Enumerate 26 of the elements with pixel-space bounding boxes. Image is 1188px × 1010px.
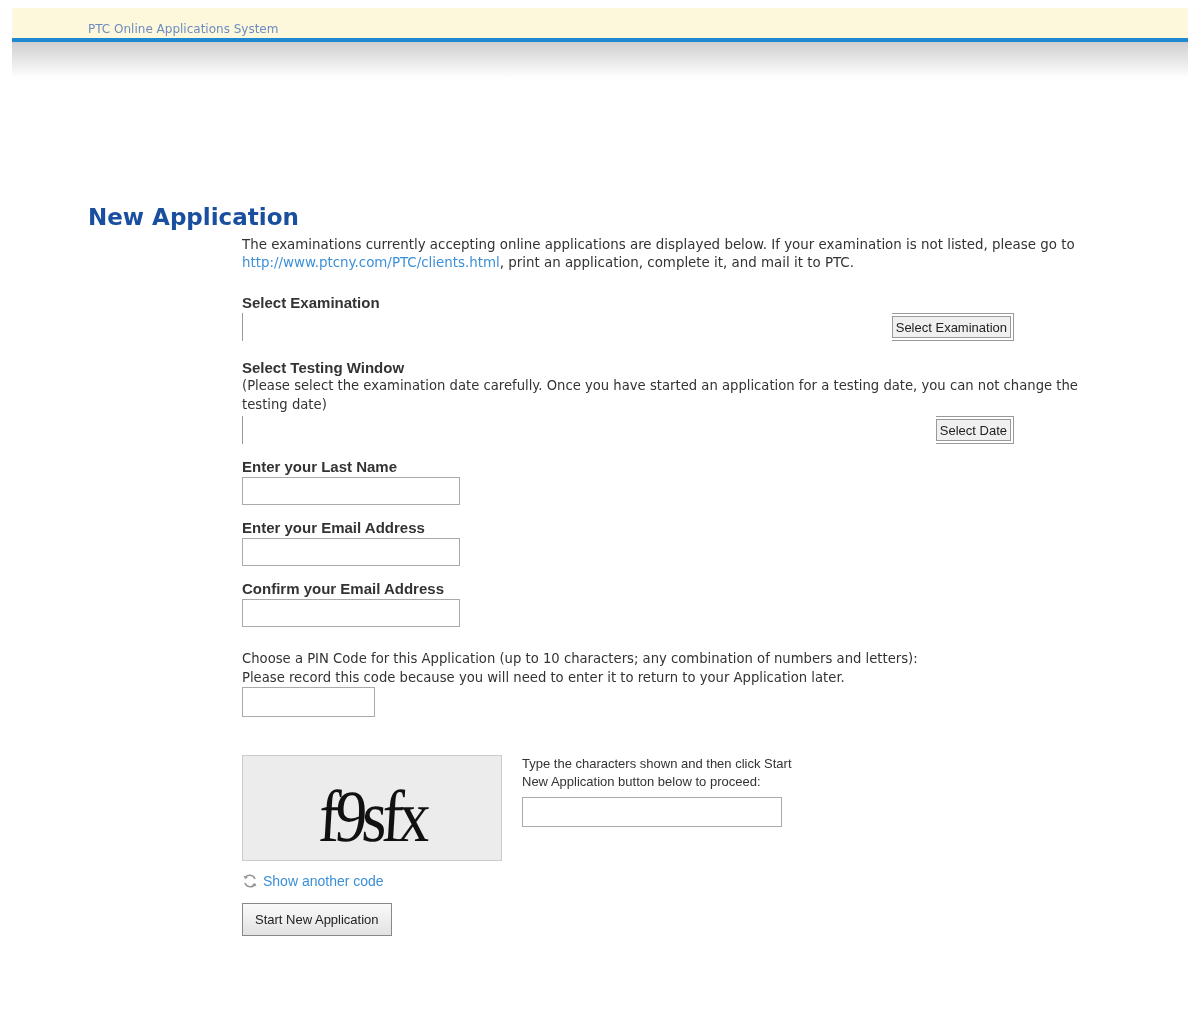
pin-label: Choose a PIN Code for this Application (up to 10 characters; any combination of numbers and letters): — [242, 650, 919, 668]
input-field[interactable] — [242, 538, 460, 566]
input-field[interactable] — [242, 477, 460, 505]
start-application-button[interactable]: Start New Application — [242, 903, 392, 936]
field-label: Confirm your Email Address — [242, 580, 445, 597]
intro-text: The examinations currently accepting online applications are displayed below. If your examination is not listed, please go to http://www.ptcny.com/PTC/clients.html, print an application, complete it, and mail it to PTC. — [242, 236, 1076, 272]
clients-link[interactable]: http://www.ptcny.com/PTC/clients.html — [242, 255, 500, 270]
note-text: (Please select the examination date carefully. Once you have started an application for a testing date, you can not change the testing date) — [242, 377, 1079, 414]
pin-field[interactable] — [242, 687, 375, 717]
select-examination-button[interactable]: Select Examination — [891, 316, 1011, 338]
field-label: Select Testing Window — [242, 359, 406, 376]
captcha-instructions: Type the characters shown and then click Start New Application button below to proceed: — [522, 755, 792, 791]
select-date-button[interactable]: Select Date — [935, 419, 1011, 441]
field-label: Enter your Email Address — [242, 519, 426, 536]
field-label: Select Examination — [242, 294, 381, 311]
page-title: New Application — [88, 204, 300, 230]
refresh-icon[interactable] — [242, 873, 258, 889]
captcha-field[interactable] — [522, 797, 782, 827]
field-label: Enter your Last Name — [242, 458, 399, 475]
pin-note: Please record this code because you will need to enter it to return to your Application later. — [242, 669, 846, 687]
input-field[interactable] — [242, 599, 460, 627]
testing-window-field[interactable]: Select Date — [242, 416, 1014, 444]
captcha-code: f9sfx — [316, 774, 428, 860]
show-another-code-link[interactable]: Show another code — [263, 873, 384, 889]
examination-field[interactable]: Select Examination — [242, 313, 1014, 341]
site-title: PTC Online Applications System — [88, 22, 279, 38]
